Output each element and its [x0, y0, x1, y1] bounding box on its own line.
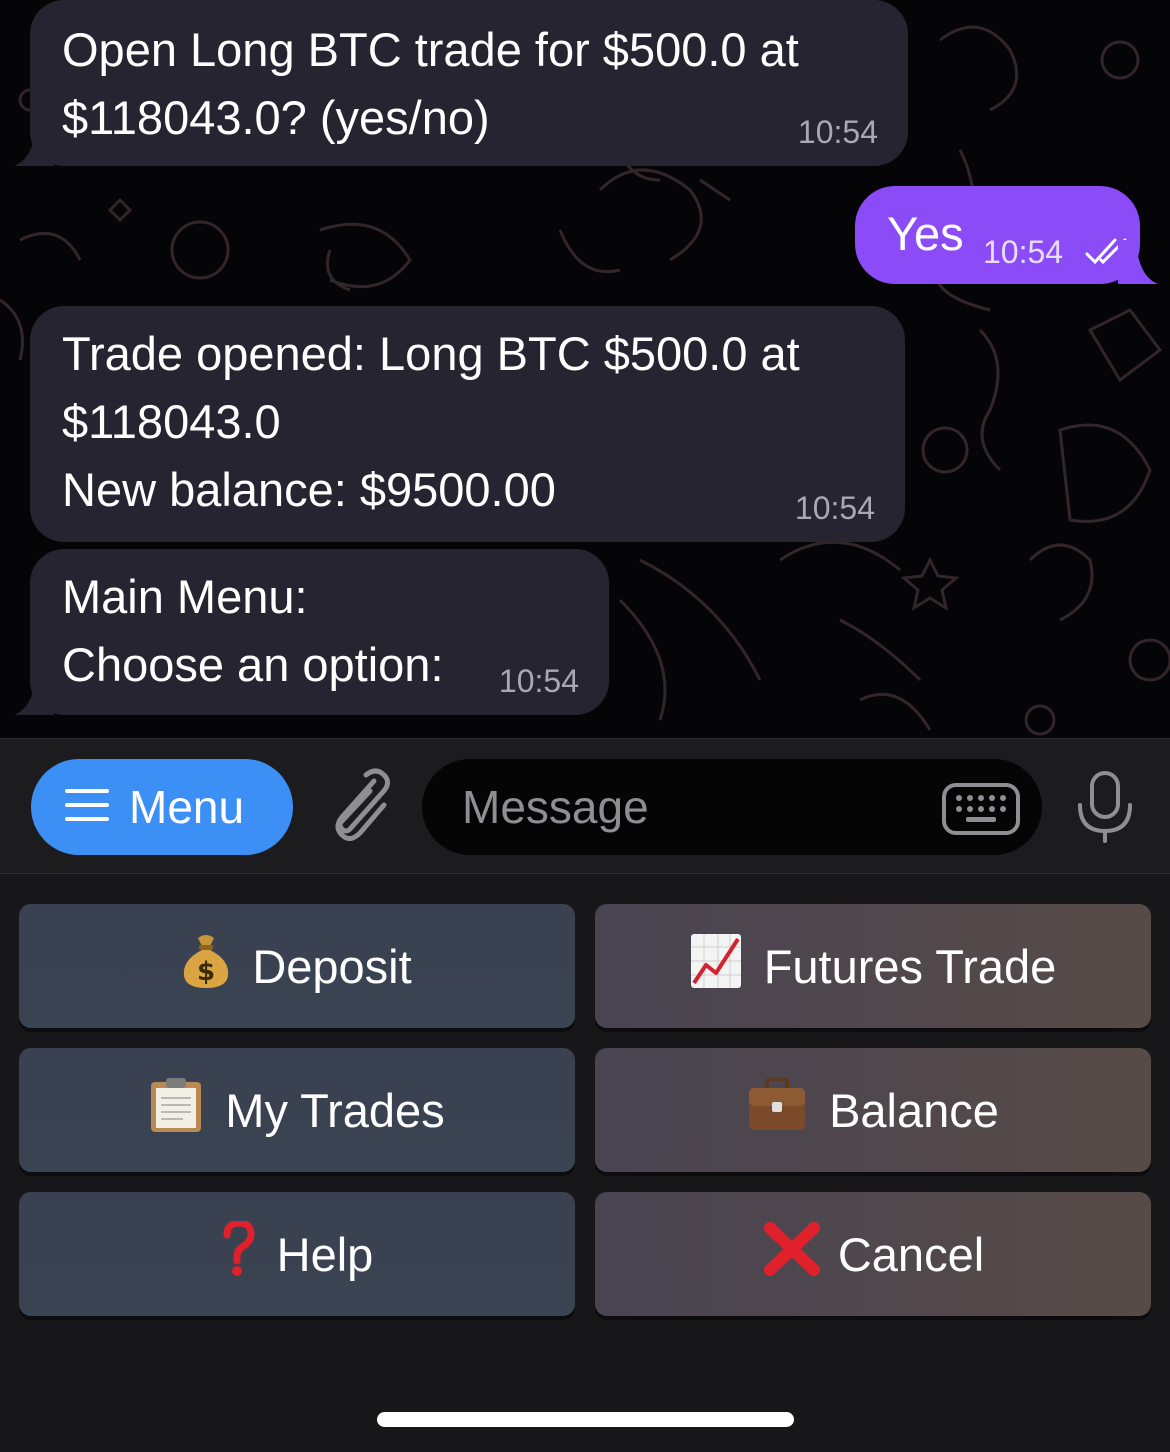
chat-area[interactable]: Open Long BTC trade for $500.0 at $11804… [0, 0, 1170, 738]
cancel-button-label: Cancel [837, 1227, 985, 1281]
chart-increasing-icon [690, 933, 742, 1000]
cross-mark-icon [762, 1220, 822, 1289]
balance-button-label: Balance [829, 1083, 999, 1137]
incoming-message: Trade opened: Long BTC $500.0 at $118043… [30, 306, 905, 542]
help-button-label: Help [276, 1227, 374, 1281]
paperclip-icon[interactable] [322, 767, 392, 852]
outgoing-message: Yes 10:54 [855, 186, 1140, 284]
balance-button[interactable]: Balance [595, 1048, 1151, 1172]
futures-trade-button-label: Futures Trade [763, 939, 1057, 993]
deposit-button-label: Deposit [252, 939, 412, 993]
message-line: Open Long BTC trade for $500.0 at [62, 23, 799, 76]
message-time: 10:54 [797, 114, 878, 150]
briefcase-icon [747, 1076, 807, 1143]
home-indicator[interactable] [377, 1412, 794, 1427]
microphone-icon[interactable] [1074, 769, 1136, 850]
message-time: 10:54 [794, 490, 875, 526]
composer-bar: Menu [0, 738, 1170, 874]
futures-trade-button[interactable]: Futures Trade [595, 904, 1151, 1028]
message-text: Yes [887, 207, 964, 260]
bubble-tail [14, 124, 54, 166]
message-input[interactable] [460, 773, 924, 841]
question-mark-icon [221, 1218, 255, 1288]
message-line: Trade opened: Long BTC $500.0 at [62, 327, 800, 380]
menu-button-label: Menu [129, 781, 245, 833]
clipboard-icon [149, 1076, 203, 1145]
menu-button[interactable]: Menu [31, 759, 293, 855]
my-trades-button[interactable]: My Trades [19, 1048, 575, 1172]
deposit-button[interactable]: $ Deposit [19, 904, 575, 1028]
incoming-message: Open Long BTC trade for $500.0 at $11804… [30, 0, 908, 166]
help-button[interactable]: Help [19, 1192, 575, 1316]
keyboard-icon[interactable] [942, 783, 1020, 840]
reply-keyboard: $ Deposit Futures Trade My Trades Balanc… [0, 874, 1170, 1452]
money-bag-icon: $ [182, 932, 230, 1001]
message-line: $118043.0 [62, 395, 281, 448]
hamburger-icon [65, 787, 109, 828]
incoming-message: Main Menu: Choose an option: 10:54 [30, 549, 609, 715]
message-line: Main Menu: [62, 570, 308, 623]
my-trades-button-label: My Trades [225, 1083, 445, 1137]
message-time: 10:54 [498, 663, 579, 699]
message-time: 10:54 [983, 234, 1064, 270]
message-line: New balance: $9500.00 [62, 463, 556, 516]
message-field[interactable] [422, 759, 1042, 855]
svg-text:$: $ [197, 957, 215, 987]
cancel-button[interactable]: Cancel [595, 1192, 1151, 1316]
bubble-tail [1118, 240, 1158, 284]
message-line: $118043.0? (yes/no) [62, 91, 490, 144]
bubble-tail [14, 673, 54, 715]
